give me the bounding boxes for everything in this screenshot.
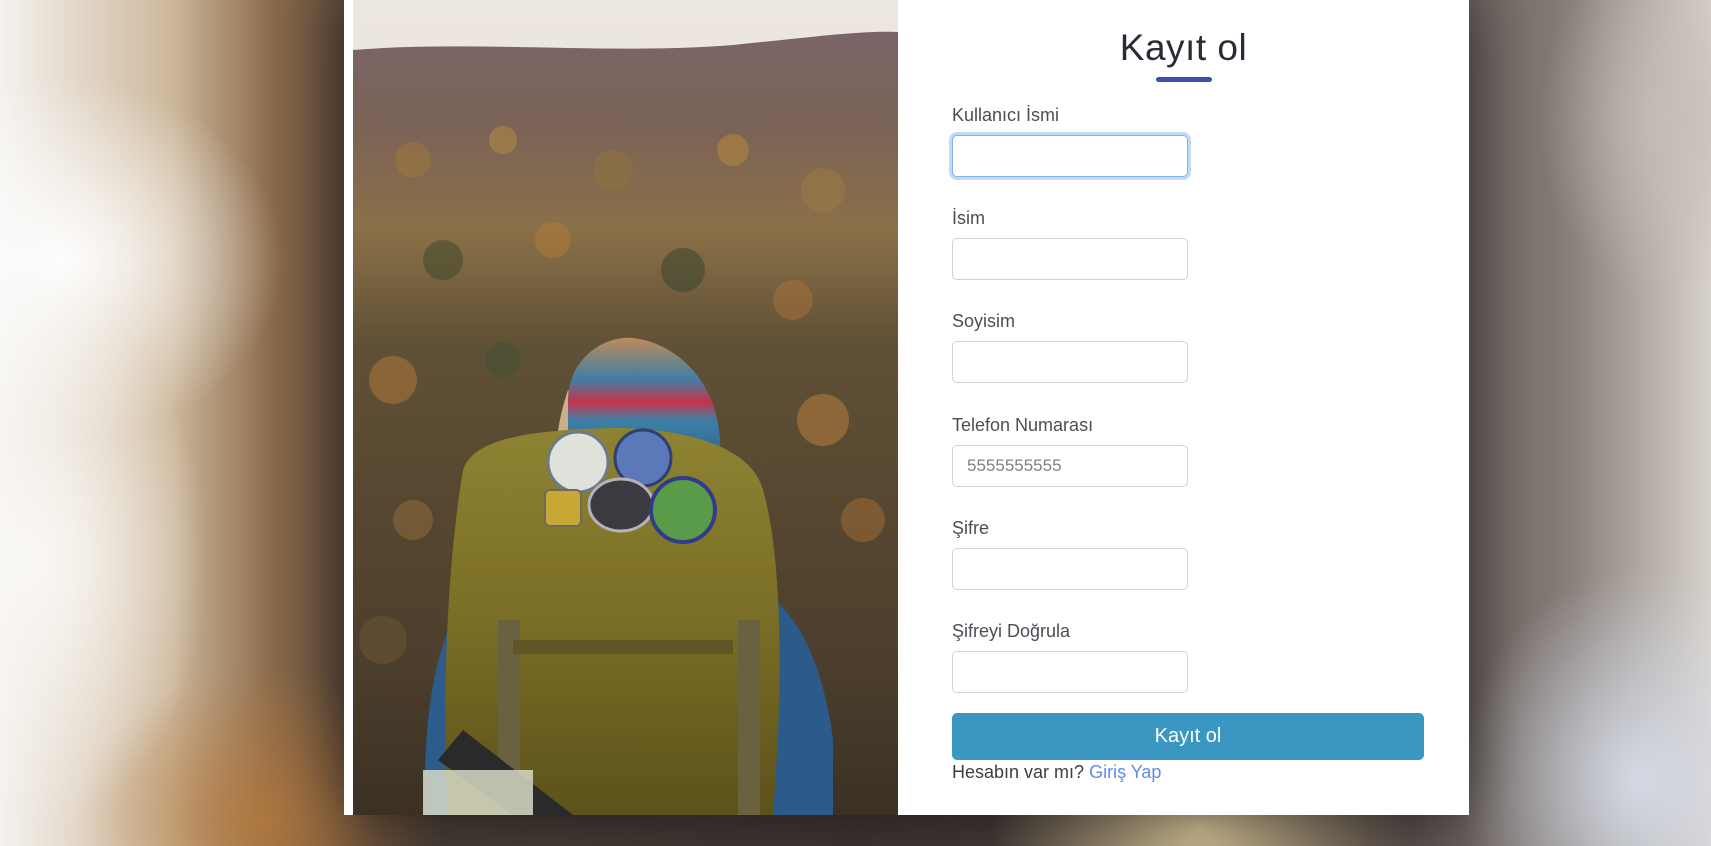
password-input[interactable] [952,548,1188,590]
login-prompt: Hesabın var mı? Giriş Yap [952,762,1161,783]
form-header: Kayıt ol [898,24,1469,82]
page-title: Kayıt ol [1119,27,1248,68]
username-field-group: Kullanıcı İsmi [952,104,1188,177]
last-name-input[interactable] [952,341,1188,383]
confirm-password-field-group: Şifreyi Doğrula [952,620,1188,693]
first-name-input[interactable] [952,238,1188,280]
phone-input[interactable] [952,445,1188,487]
first-name-field-group: İsim [952,207,1188,280]
first-name-label: İsim [952,208,985,228]
confirm-password-input[interactable] [952,651,1188,693]
title-underline [1155,77,1212,82]
last-name-field-group: Soyisim [952,310,1188,383]
register-button[interactable]: Kayıt ol [952,713,1424,760]
last-name-label: Soyisim [952,311,1016,331]
phone-label: Telefon Numarası [952,415,1094,435]
login-prompt-text: Hesabın var mı? [952,762,1085,782]
username-input[interactable] [952,135,1188,177]
login-link[interactable]: Giriş Yap [1089,762,1161,782]
username-label: Kullanıcı İsmi [952,105,1060,125]
phone-field-group: Telefon Numarası [952,414,1188,487]
hiker-photo [353,0,898,815]
password-label: Şifre [952,518,990,538]
registration-card: Kayıt ol Kullanıcı İsmi İsim Soyisim Tel… [344,0,1469,815]
confirm-password-label: Şifreyi Doğrula [952,621,1071,641]
password-field-group: Şifre [952,517,1188,590]
